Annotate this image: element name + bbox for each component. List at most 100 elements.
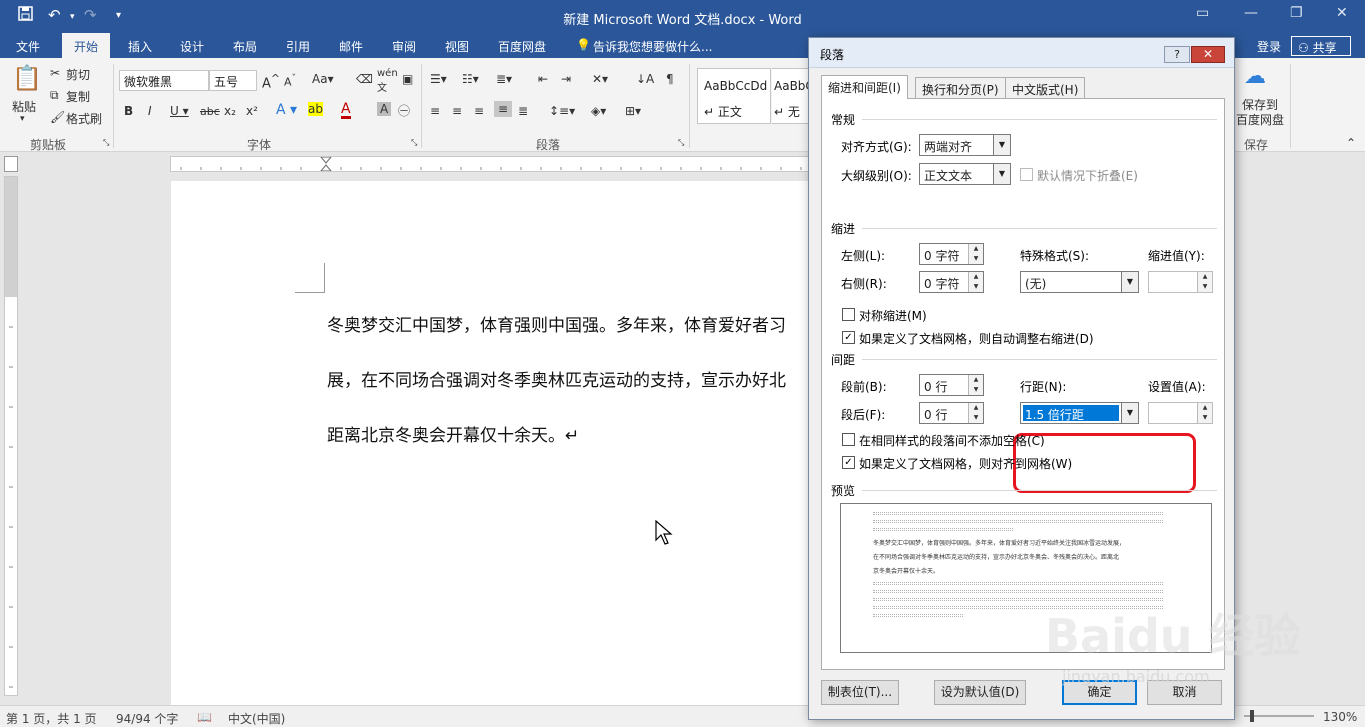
- horizontal-ruler[interactable]: [170, 156, 810, 172]
- page-count[interactable]: 第 1 页，共 1 页: [6, 710, 97, 727]
- vertical-ruler[interactable]: [4, 176, 18, 696]
- tab-file[interactable]: 文件: [16, 38, 40, 55]
- bullets-icon[interactable]: ☰▾: [430, 72, 447, 86]
- font-dialog-launcher-icon[interactable]: ⤡: [411, 138, 417, 148]
- highlight-icon[interactable]: ab: [308, 102, 323, 116]
- minimize-icon[interactable]: —: [1244, 5, 1258, 21]
- spacing-at-spinner[interactable]: ▲ ▼: [1148, 402, 1213, 424]
- document-page[interactable]: 冬奥梦交汇中国梦，体育强则中国强。多年来，体育爱好者习 展，在不同场合强调对冬季…: [171, 181, 811, 705]
- show-marks-icon[interactable]: ¶: [666, 72, 674, 86]
- save-to-baidu-button[interactable]: 保存到 百度网盘: [1236, 98, 1284, 128]
- document-paragraph-line[interactable]: 距离北京冬奥会开幕仅十余天。↵: [327, 421, 579, 446]
- tab-review[interactable]: 审阅: [392, 38, 416, 55]
- proofing-icon[interactable]: 📖: [197, 710, 212, 724]
- format-painter-icon[interactable]: 🖌: [50, 110, 65, 124]
- spin-up-icon[interactable]: ▲: [1197, 403, 1212, 413]
- font-color-icon[interactable]: A: [341, 102, 351, 119]
- tell-me-box[interactable]: 告诉我您想要做什么...: [593, 38, 712, 55]
- grow-font-icon[interactable]: A^: [262, 72, 280, 91]
- ribbon-display-icon[interactable]: ▭: [1196, 5, 1209, 21]
- tab-indents-spacing[interactable]: 缩进和间距(I): [821, 75, 908, 99]
- multilevel-list-icon[interactable]: ≣▾: [496, 72, 512, 86]
- spin-up-icon[interactable]: ▲: [968, 375, 983, 385]
- spin-down-icon[interactable]: ▼: [968, 413, 983, 423]
- tab-selector[interactable]: [4, 156, 18, 172]
- document-paragraph-line[interactable]: 展，在不同场合强调对冬季奥林匹克运动的支持，宣示办好北: [327, 366, 786, 391]
- space-before-spinner[interactable]: 0 行 ▲ ▼: [919, 374, 984, 396]
- distributed-icon[interactable]: ≣: [518, 104, 528, 118]
- space-after-spinner[interactable]: 0 行 ▲ ▼: [919, 402, 984, 424]
- spin-up-icon[interactable]: ▲: [968, 403, 983, 413]
- outline-level-select[interactable]: 正文文本 ▼: [919, 163, 1011, 185]
- spin-down-icon[interactable]: ▼: [1197, 413, 1212, 423]
- style-normal[interactable]: AaBbCcDd ↵ 正文: [697, 68, 771, 124]
- numbering-icon[interactable]: ☷▾: [462, 72, 479, 86]
- superscript-icon[interactable]: x²: [246, 104, 258, 118]
- paste-dropdown-icon[interactable]: ▾: [20, 114, 25, 124]
- shading-icon[interactable]: ◈▾: [591, 104, 606, 118]
- spin-down-icon[interactable]: ▼: [968, 254, 983, 264]
- collapse-checkbox[interactable]: [1020, 168, 1033, 181]
- strikethrough-icon[interactable]: abc: [200, 105, 220, 118]
- left-indent-spinner[interactable]: 0 字符 ▲ ▼: [919, 243, 984, 265]
- format-painter-button[interactable]: 格式刷: [66, 110, 102, 127]
- indent-by-spinner[interactable]: ▲ ▼: [1148, 271, 1213, 293]
- zoom-slider[interactable]: [1244, 708, 1314, 727]
- char-shading-icon[interactable]: A: [377, 102, 392, 116]
- clear-format-icon[interactable]: ⌫: [356, 72, 373, 86]
- change-case-icon[interactable]: Aa▾: [312, 72, 334, 86]
- paste-button[interactable]: 粘贴: [12, 98, 36, 115]
- cut-button[interactable]: 剪切: [66, 66, 90, 83]
- bold-icon[interactable]: B: [124, 104, 133, 118]
- login-link[interactable]: 登录: [1257, 38, 1281, 55]
- tab-insert[interactable]: 插入: [128, 38, 152, 55]
- document-paragraph-line[interactable]: 冬奥梦交汇中国梦，体育强则中国强。多年来，体育爱好者习: [327, 311, 786, 336]
- tab-asian-typography[interactable]: 中文版式(H): [1005, 77, 1086, 98]
- language-indicator[interactable]: 中文(中国): [228, 710, 285, 727]
- char-border-icon[interactable]: ▣: [402, 72, 413, 86]
- copy-icon[interactable]: ⧉: [50, 88, 59, 103]
- decrease-indent-icon[interactable]: ⇤: [538, 72, 548, 86]
- spin-up-icon[interactable]: ▲: [1197, 272, 1212, 282]
- font-size-box[interactable]: 五号: [209, 70, 257, 91]
- sort-icon[interactable]: ↓A: [636, 72, 654, 86]
- close-icon[interactable]: ✕: [1191, 46, 1225, 63]
- dialog-title-bar[interactable]: 段落 ? ✕: [809, 38, 1234, 68]
- tab-home[interactable]: 开始: [62, 33, 111, 58]
- dialog-launcher-icon[interactable]: ⤡: [103, 138, 109, 148]
- borders-icon[interactable]: ⊞▾: [625, 104, 641, 118]
- line-spacing-icon[interactable]: ↕≡▾: [549, 104, 575, 118]
- snap-to-grid-checkbox[interactable]: ✓: [842, 456, 855, 469]
- align-right-icon[interactable]: ≡: [474, 104, 484, 118]
- share-button[interactable]: ⚇ 共享: [1291, 36, 1351, 56]
- paste-icon[interactable]: 📋: [12, 64, 42, 92]
- tab-layout[interactable]: 布局: [233, 38, 257, 55]
- text-effects-icon[interactable]: A ▾: [276, 102, 297, 118]
- spin-down-icon[interactable]: ▼: [968, 385, 983, 395]
- line-spacing-select[interactable]: 1.5 倍行距 ▼: [1020, 402, 1139, 424]
- subscript-icon[interactable]: x₂: [224, 104, 236, 118]
- align-left-icon[interactable]: ≡: [430, 104, 440, 118]
- set-default-button[interactable]: 设为默认值(D): [934, 680, 1026, 705]
- italic-icon[interactable]: I: [148, 104, 152, 118]
- tab-baidu-netdisk[interactable]: 百度网盘: [498, 38, 546, 55]
- spin-down-icon[interactable]: ▼: [1197, 282, 1212, 292]
- tab-design[interactable]: 设计: [180, 38, 204, 55]
- justify-icon[interactable]: ≡: [494, 101, 513, 117]
- alignment-select[interactable]: 两端对齐 ▼: [919, 134, 1011, 156]
- phonetic-guide-icon[interactable]: wén 文: [377, 68, 398, 94]
- restore-icon[interactable]: ❐: [1290, 5, 1303, 21]
- right-indent-spinner[interactable]: 0 字符 ▲ ▼: [919, 271, 984, 293]
- underline-icon[interactable]: U ▾: [170, 104, 189, 118]
- tab-mailings[interactable]: 邮件: [339, 38, 363, 55]
- close-icon[interactable]: ✕: [1336, 5, 1348, 21]
- enclose-char-icon[interactable]: ㊀: [398, 102, 410, 119]
- align-center-icon[interactable]: ≡: [452, 104, 462, 118]
- collapse-ribbon-icon[interactable]: ⌃: [1346, 136, 1356, 150]
- chinese-layout-icon[interactable]: ✕▾: [592, 72, 608, 86]
- no-space-same-style-checkbox[interactable]: [842, 433, 855, 446]
- special-indent-select[interactable]: (无) ▼: [1020, 271, 1139, 293]
- spin-up-icon[interactable]: ▲: [968, 272, 983, 282]
- zoom-level[interactable]: 130%: [1323, 710, 1357, 724]
- tabs-button[interactable]: 制表位(T)...: [821, 680, 899, 705]
